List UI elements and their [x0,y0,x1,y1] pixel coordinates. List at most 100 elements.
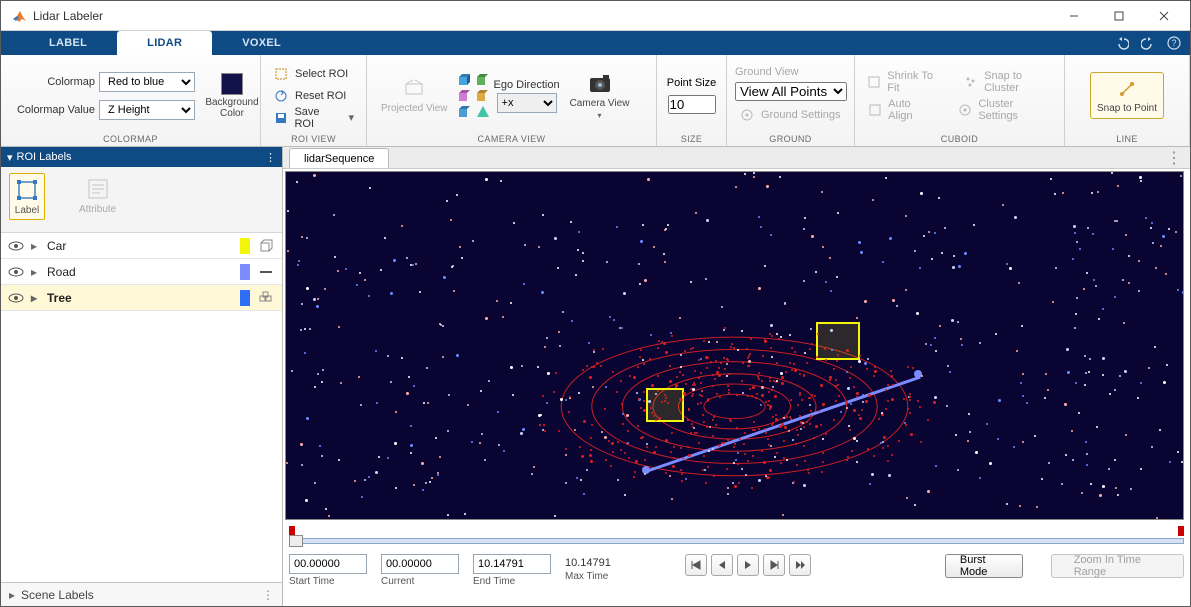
ribbon: Colormap Red to blue Colormap Value Z He… [1,55,1190,147]
tab-label[interactable]: LABEL [19,31,117,55]
label-tool[interactable]: Label [9,173,45,220]
view-tab-lidarsequence[interactable]: lidarSequence [289,148,389,168]
auto-align-checkbox[interactable]: Auto Align [863,100,939,120]
label-row-road[interactable]: ▸ Road [1,259,282,285]
max-time-value: 10.14791 [565,554,611,569]
reset-roi-button[interactable]: Reset ROI [269,86,358,106]
scene-labels-bar[interactable]: ▸ Scene Labels ⋮ [1,582,282,606]
redo-button[interactable] [1138,33,1158,53]
roi-labels-title: ROI Labels [17,151,72,163]
ribbon-group-roi: Select ROI Reset ROI Save ROI▾ ROI VIEW [261,55,367,146]
line-icon [256,264,276,280]
pointcloud-decor [286,172,1183,519]
prism-icon[interactable] [476,73,490,87]
eye-icon[interactable] [7,267,25,277]
colormap-value-select[interactable]: Z Height [99,100,195,120]
close-button[interactable] [1141,2,1186,30]
attribute-tool[interactable]: Attribute [75,173,120,218]
expand-icon[interactable]: ▸ [31,265,41,279]
burst-mode-button[interactable]: Burst Mode [945,554,1023,578]
current-time-label: Current [381,576,459,587]
expand-icon: ▸ [9,588,15,602]
playback-controls: Start Time Current End Time 10.14791 Max… [289,554,1184,602]
projected-view-button[interactable]: Projected View [375,73,454,118]
background-color-button[interactable]: Background Color [205,69,259,123]
end-time-label: End Time [473,576,551,587]
expand-icon[interactable]: ▸ [31,239,41,253]
ground-settings-button[interactable]: Ground Settings [735,105,846,125]
help-button[interactable]: ? [1164,33,1184,53]
label-row-tree[interactable]: ▸ Tree [1,285,282,311]
step-back-button[interactable] [711,554,733,576]
ground-view-select[interactable]: View All Points [735,82,847,101]
ribbon-group-size: Point Size SIZE [657,55,727,146]
titlebar: Lidar Labeler [1,1,1190,31]
group-title-size: SIZE [665,132,718,146]
snap-to-point-button[interactable]: Snap to Point [1090,72,1164,119]
label-name: Road [47,265,234,279]
zoom-time-range-button[interactable]: Zoom In Time Range [1051,554,1184,578]
timeline-track[interactable] [289,538,1184,544]
start-time-label: Start Time [289,576,367,587]
ribbon-group-ground: Ground View View All Points Ground Setti… [727,55,855,146]
view-menu-icon[interactable]: ⋮ [1166,148,1182,168]
save-roi-button[interactable]: Save ROI▾ [269,108,358,128]
expand-icon[interactable]: ▸ [31,291,41,305]
start-time-input[interactable] [289,554,367,574]
roi-tools: Label Attribute [1,167,282,233]
goto-start-button[interactable] [685,554,707,576]
svg-text:?: ? [1171,38,1176,48]
panel-menu-icon[interactable]: ⋮ [262,588,274,602]
max-time-label: Max Time [565,571,611,582]
label-name: Car [47,239,234,253]
timeline[interactable] [289,524,1184,554]
ribbon-group-cuboid: Shrink To Fit Snap to Cluster Auto Align… [855,55,1065,146]
play-button[interactable] [737,554,759,576]
cube2-icon[interactable] [458,89,472,103]
timeline-range-end[interactable] [1178,526,1184,536]
cube3-icon[interactable] [476,89,490,103]
cube-icon[interactable] [458,73,472,87]
eye-icon[interactable] [7,241,25,251]
current-time-input[interactable] [381,554,459,574]
label-name: Tree [47,291,234,305]
timeline-thumb[interactable] [289,535,303,547]
pyramid-icon[interactable] [476,105,490,119]
panel-menu-icon[interactable]: ⋮ [265,151,276,164]
snap-to-cluster-button[interactable]: Snap to Cluster [960,72,1056,92]
cluster-settings-button[interactable]: Cluster Settings [953,100,1056,120]
ground-view-label: Ground View [735,66,846,78]
window-title: Lidar Labeler [33,9,1051,23]
label-row-car[interactable]: ▸ Car [1,233,282,259]
line-endpoint[interactable] [642,466,650,474]
undo-button[interactable] [1112,33,1132,53]
minimize-button[interactable] [1051,2,1096,30]
tab-voxel[interactable]: VOXEL [212,31,311,55]
end-time-input[interactable] [473,554,551,574]
car-cuboid-annotation[interactable] [646,388,684,422]
content-area: ▾ ROI Labels ⋮ Label Attribute ▸ Car [1,147,1190,606]
roi-labels-header[interactable]: ▾ ROI Labels ⋮ [1,147,282,167]
point-size-label: Point Size [667,77,717,89]
step-forward-button[interactable] [763,554,785,576]
select-roi-button[interactable]: Select ROI [269,64,358,84]
cube4-icon[interactable] [458,105,472,119]
line-endpoint[interactable] [914,370,922,378]
shrink-to-fit-button[interactable]: Shrink To Fit [863,72,946,92]
camera-view-button[interactable]: Camera View▾ [564,68,636,124]
ego-direction-select[interactable]: +x [497,93,557,113]
goto-end-button[interactable] [789,554,811,576]
point-cloud-canvas[interactable] [285,171,1184,520]
eye-icon[interactable] [7,293,25,303]
main-view: lidarSequence ⋮ [283,147,1190,606]
road-line-annotation[interactable] [646,376,921,473]
view-tabstrip: lidarSequence ⋮ [283,147,1190,169]
point-size-input[interactable] [668,95,716,114]
scene-labels-title: Scene Labels [21,588,94,602]
color-swatch [240,264,250,280]
group-title-cuboid: CUBOID [863,132,1056,146]
car-cuboid-annotation[interactable] [816,322,860,360]
maximize-button[interactable] [1096,2,1141,30]
colormap-select[interactable]: Red to blue [99,72,195,92]
tab-lidar[interactable]: LIDAR [117,31,212,55]
